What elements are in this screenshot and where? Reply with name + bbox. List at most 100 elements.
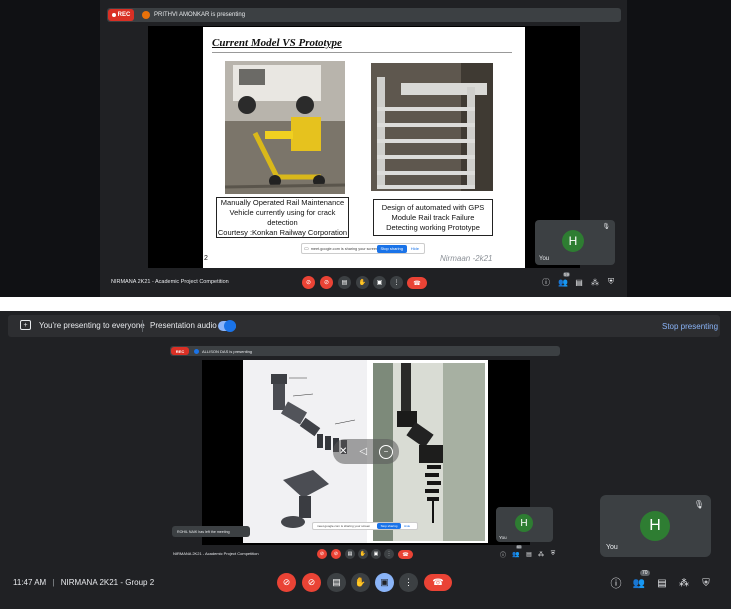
banner-divider xyxy=(142,320,143,332)
present-icon: + xyxy=(20,320,31,330)
mic-toggle-button[interactable]: ⊘ xyxy=(302,276,315,289)
chat-icon: ▤ xyxy=(575,277,583,287)
volume-icon[interactable]: ◁ xyxy=(359,446,367,457)
caption-line: Detecting working Prototype xyxy=(386,222,480,232)
hang-up-icon: ☎ xyxy=(402,551,409,558)
more-icon: ⋮ xyxy=(404,577,413,587)
inner-self-label: You xyxy=(499,535,507,540)
raise-hand-icon: ✋ xyxy=(358,280,367,286)
meeting-details-button[interactable]: ⓘ xyxy=(541,277,551,287)
inner-present-button[interactable]: ▣ xyxy=(371,549,381,559)
stop-presenting-button[interactable]: Stop presenting xyxy=(662,322,718,331)
captions-icon: ▤ xyxy=(341,280,348,286)
chat-button[interactable]: ▤ xyxy=(655,576,669,590)
inner-recording-bar: REC ALLISON DAS is presenting xyxy=(170,346,560,356)
people-icon: 👥 xyxy=(512,551,520,558)
inner-more-button[interactable]: ⋮ xyxy=(384,549,394,559)
people-icon: 👥 xyxy=(632,577,646,589)
inner-camera-button[interactable]: ⊘ xyxy=(331,549,341,559)
host-controls-button[interactable]: ⛨ xyxy=(699,576,713,590)
self-avatar: H xyxy=(640,511,670,541)
self-tile: H 🎙 You xyxy=(535,220,615,265)
clock-time: 11:47 AM xyxy=(13,578,47,587)
host-controls-button[interactable]: ⛨ xyxy=(606,277,616,287)
mic-off-icon: ⊘ xyxy=(305,280,312,286)
inner-captions-button[interactable]: ▤ xyxy=(345,549,355,559)
self-tile: H 🎙 You xyxy=(600,495,711,557)
meeting-name: NIRMANA 2K21 - Group 2 xyxy=(60,578,155,587)
more-icon: ⋮ xyxy=(386,551,392,557)
minimize-icon[interactable]: − xyxy=(379,444,394,459)
more-options-button[interactable]: ⋮ xyxy=(390,276,403,289)
presenting-text: You're presenting to everyone xyxy=(39,321,145,330)
camera-off-icon: ⊘ xyxy=(307,577,316,587)
inner-host-button[interactable]: ⛨ xyxy=(549,550,557,558)
present-button[interactable]: ▣ xyxy=(373,276,386,289)
current-model-photo xyxy=(225,61,345,194)
people-button[interactable]: 👥 xyxy=(557,277,569,287)
chat-icon: ▤ xyxy=(526,551,532,558)
hide-button[interactable]: Hide xyxy=(411,246,419,251)
rec-dot-icon xyxy=(111,13,116,17)
camera-toggle-button[interactable]: ⊘ xyxy=(320,276,333,289)
slide-page-number: 2 xyxy=(204,255,208,262)
people-button[interactable]: 👥 xyxy=(632,576,646,590)
inner-hide-button[interactable]: Hide xyxy=(404,524,410,528)
leave-call-button[interactable]: ☎ xyxy=(407,277,427,289)
mic-off-icon: ⊘ xyxy=(319,551,325,557)
left-meeting-notification: ROHIL NAIK has left the meeting xyxy=(172,526,250,537)
caption-line: Module Rail track Failure xyxy=(391,212,475,222)
mic-toggle-button[interactable]: ⊘ xyxy=(277,573,296,592)
raise-hand-button[interactable]: ✋ xyxy=(351,573,370,592)
inner-activities-button[interactable]: ⁂ xyxy=(537,550,545,558)
chat-icon: ▤ xyxy=(657,577,667,589)
camera-toggle-button[interactable]: ⊘ xyxy=(302,573,321,592)
self-label: You xyxy=(606,544,618,551)
more-options-button[interactable]: ⋮ xyxy=(399,573,418,592)
info-icon: ⓘ xyxy=(610,578,622,590)
inner-rec-label: REC xyxy=(175,348,185,354)
meeting-info: 11:47 AM | NIRMANA 2K21 - Group 2 xyxy=(13,578,154,587)
inner-mic-button[interactable]: ⊘ xyxy=(317,549,327,559)
captions-button[interactable]: ▤ xyxy=(338,276,351,289)
slide-title: Current Model VS Prototype xyxy=(212,37,342,49)
inner-people-button[interactable]: 👥 xyxy=(512,550,520,558)
slide: Current Model VS Prototype Manually Oper… xyxy=(203,27,525,268)
meeting-details-button[interactable]: ⓘ xyxy=(609,576,623,590)
leave-call-button[interactable]: ☎ xyxy=(424,574,452,591)
captions-icon: ▤ xyxy=(347,551,353,557)
activities-button[interactable]: ⁂ xyxy=(677,576,691,590)
inner-presenter-text: ALLISON DAS is presenting xyxy=(202,348,253,354)
inner-raise-hand-button[interactable]: ✋ xyxy=(358,549,368,559)
rail-vehicle-image xyxy=(225,61,345,194)
captions-button[interactable]: ▤ xyxy=(327,573,346,592)
raise-hand-button[interactable]: ✋ xyxy=(356,276,369,289)
current-model-caption: Manually Operated Rail Maintenance Vehic… xyxy=(216,197,349,238)
prototype-caption: Design of automated with GPS Module Rail… xyxy=(373,199,493,236)
inner-leave-button[interactable]: ☎ xyxy=(398,550,413,559)
stop-sharing-button[interactable]: Stop sharing xyxy=(376,244,407,253)
slide-footer-brand: Nirmaan -2k21 xyxy=(440,254,493,263)
inner-presenter-avatar-icon xyxy=(194,348,199,354)
chat-button[interactable]: ▤ xyxy=(574,277,584,287)
activities-button[interactable]: ⁂ xyxy=(590,277,600,287)
inner-meeting-name: NIRMANA 2K21 - Academic Project Competit… xyxy=(173,551,259,556)
presentation-audio-toggle[interactable] xyxy=(218,320,236,332)
present-button[interactable]: ▣ xyxy=(375,573,394,592)
prototype-photo xyxy=(371,63,493,191)
hang-up-icon: ☎ xyxy=(413,280,421,287)
present-icon: ▣ xyxy=(380,577,389,587)
toggle-knob xyxy=(224,320,236,332)
present-icon: ▣ xyxy=(376,280,383,286)
inner-chat-button[interactable]: ▤ xyxy=(525,550,533,558)
mic-off-icon[interactable]: ✕ xyxy=(339,446,347,457)
people-icon: 👥 xyxy=(558,277,568,287)
inner-rec-badge: REC xyxy=(171,347,189,355)
time-separator: | xyxy=(52,578,55,587)
bottom-screenshot: + You're presenting to everyone Presenta… xyxy=(0,311,731,609)
share-toast-icon: ▭ xyxy=(304,245,309,252)
inner-stop-sharing-button[interactable]: Stop sharing xyxy=(377,523,401,529)
caption-line: Manually Operated Rail Maintenance xyxy=(220,197,345,207)
inner-share-toast: meet.google.com is sharing your screen S… xyxy=(312,522,418,530)
inner-info-button[interactable]: ⓘ xyxy=(499,550,507,559)
